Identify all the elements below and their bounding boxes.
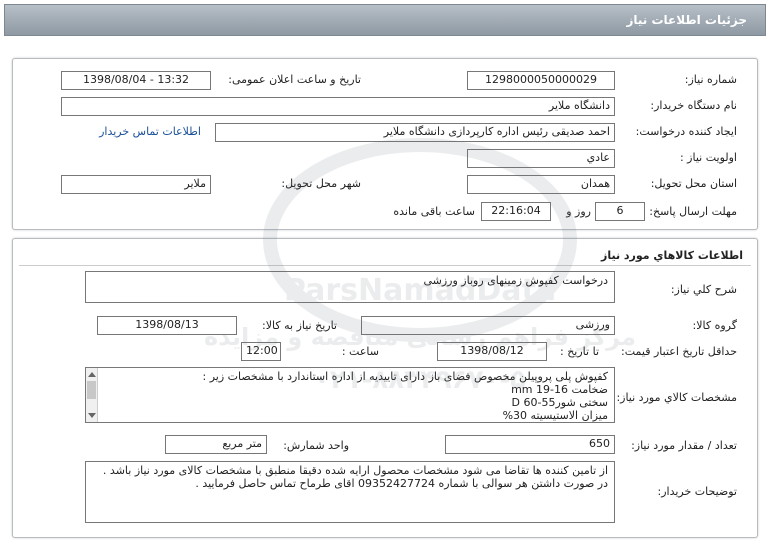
priority-label: اولویت نیاز : — [679, 151, 737, 164]
scroll-up-icon[interactable] — [88, 372, 96, 377]
summary-field[interactable]: درخواست کفپوش زمینهای روباز ورزشی — [85, 271, 615, 303]
buyer-notes-label: توضیحات خریدار: — [657, 485, 738, 498]
buyer-label: نام دستگاه خریدار: — [650, 99, 737, 112]
until-date-field[interactable]: 1398/08/12 — [437, 342, 547, 361]
time-field[interactable]: 22:16:04 — [481, 202, 551, 221]
unit-label: واحد شمارش: — [283, 439, 349, 452]
announce-label: تاریخ و ساعت اعلان عمومی: — [228, 73, 361, 86]
page-header: جزئیات اطلاعات نیاز — [4, 4, 766, 36]
city-label: شهر محل تحویل: — [281, 177, 361, 190]
buyer-notes-line: از تامین کننده ها تقاضا می شود مشخصات مح… — [102, 464, 608, 477]
scroll-thumb[interactable] — [87, 381, 96, 399]
buyer-notes-line: در صورت داشتن هر سوالی با شماره 09352427… — [195, 477, 608, 490]
hour-label: ساعت : — [341, 345, 379, 358]
validity-label: حداقل تاریخ اعتبار قیمت: — [621, 345, 737, 358]
need-date-label: تاریخ نیاز به کالا: — [262, 319, 337, 332]
need-number-field[interactable]: 1298000050000029 — [467, 71, 615, 90]
need-number-label: شماره نیاز: — [684, 73, 737, 86]
priority-field[interactable]: عادي — [467, 149, 615, 168]
hour-field[interactable]: 12:00 — [241, 342, 281, 361]
announce-field[interactable]: 1398/08/04 - 13:32 — [61, 71, 211, 90]
unit-field[interactable]: متر مربع — [165, 435, 267, 454]
until-date-label: تا تاریخ : — [560, 345, 599, 358]
group-label: گروه کالا: — [692, 319, 737, 332]
specs-scrollbar[interactable] — [86, 368, 98, 422]
specs-line: ضخامت 16-19 mm — [511, 383, 608, 396]
creator-label: ایجاد کننده درخواست: — [635, 125, 737, 138]
group-field[interactable]: ورزشی — [361, 316, 615, 335]
deadline-label: مهلت ارسال پاسخ: — [649, 205, 737, 218]
days-field[interactable]: 6 — [595, 202, 645, 221]
province-label: استان محل تحویل: — [650, 177, 737, 190]
days-unit: روز و — [566, 205, 591, 218]
specs-label: مشخصات کالاي مورد نياز: — [616, 391, 737, 404]
buyer-field[interactable]: دانشگاه ملایر — [61, 97, 615, 116]
need-info-panel: شماره نیاز: 1298000050000029 تاریخ و ساع… — [12, 58, 758, 230]
specs-line: میزان الاستیسیته 30% — [502, 409, 608, 422]
qty-label: تعداد / مقدار مورد نیاز: — [631, 439, 737, 452]
specs-line: کفپوش پلی پروپیلن مخصوص فضای باز دارای ت… — [202, 370, 608, 383]
qty-field[interactable]: 650 — [445, 435, 615, 454]
city-field[interactable]: ملایر — [61, 175, 211, 194]
province-field[interactable]: همدان — [467, 175, 615, 194]
need-date-field[interactable]: 1398/08/13 — [97, 316, 237, 335]
goods-info-panel: اطلاعات کالاهاي مورد نياز شرح کلي نياز: … — [12, 238, 758, 538]
specs-line: سختی شور55-60 D — [511, 396, 608, 409]
scroll-down-icon[interactable] — [88, 413, 96, 418]
summary-label: شرح کلي نياز: — [670, 283, 737, 296]
buyer-contact-link[interactable]: اطلاعات تماس خریدار — [99, 125, 201, 138]
buyer-notes-field[interactable]: از تامین کننده ها تقاضا می شود مشخصات مح… — [85, 461, 615, 523]
specs-field[interactable]: کفپوش پلی پروپیلن مخصوص فضای باز دارای ت… — [85, 367, 615, 423]
creator-field[interactable]: احمد صدیقی رئیس اداره کارپردازی دانشگاه … — [215, 123, 615, 142]
remaining-label: ساعت باقی مانده — [393, 205, 475, 218]
page-title: جزئیات اطلاعات نیاز — [626, 13, 747, 27]
goods-section-title: اطلاعات کالاهاي مورد نياز — [601, 249, 743, 262]
section-divider — [19, 265, 751, 266]
